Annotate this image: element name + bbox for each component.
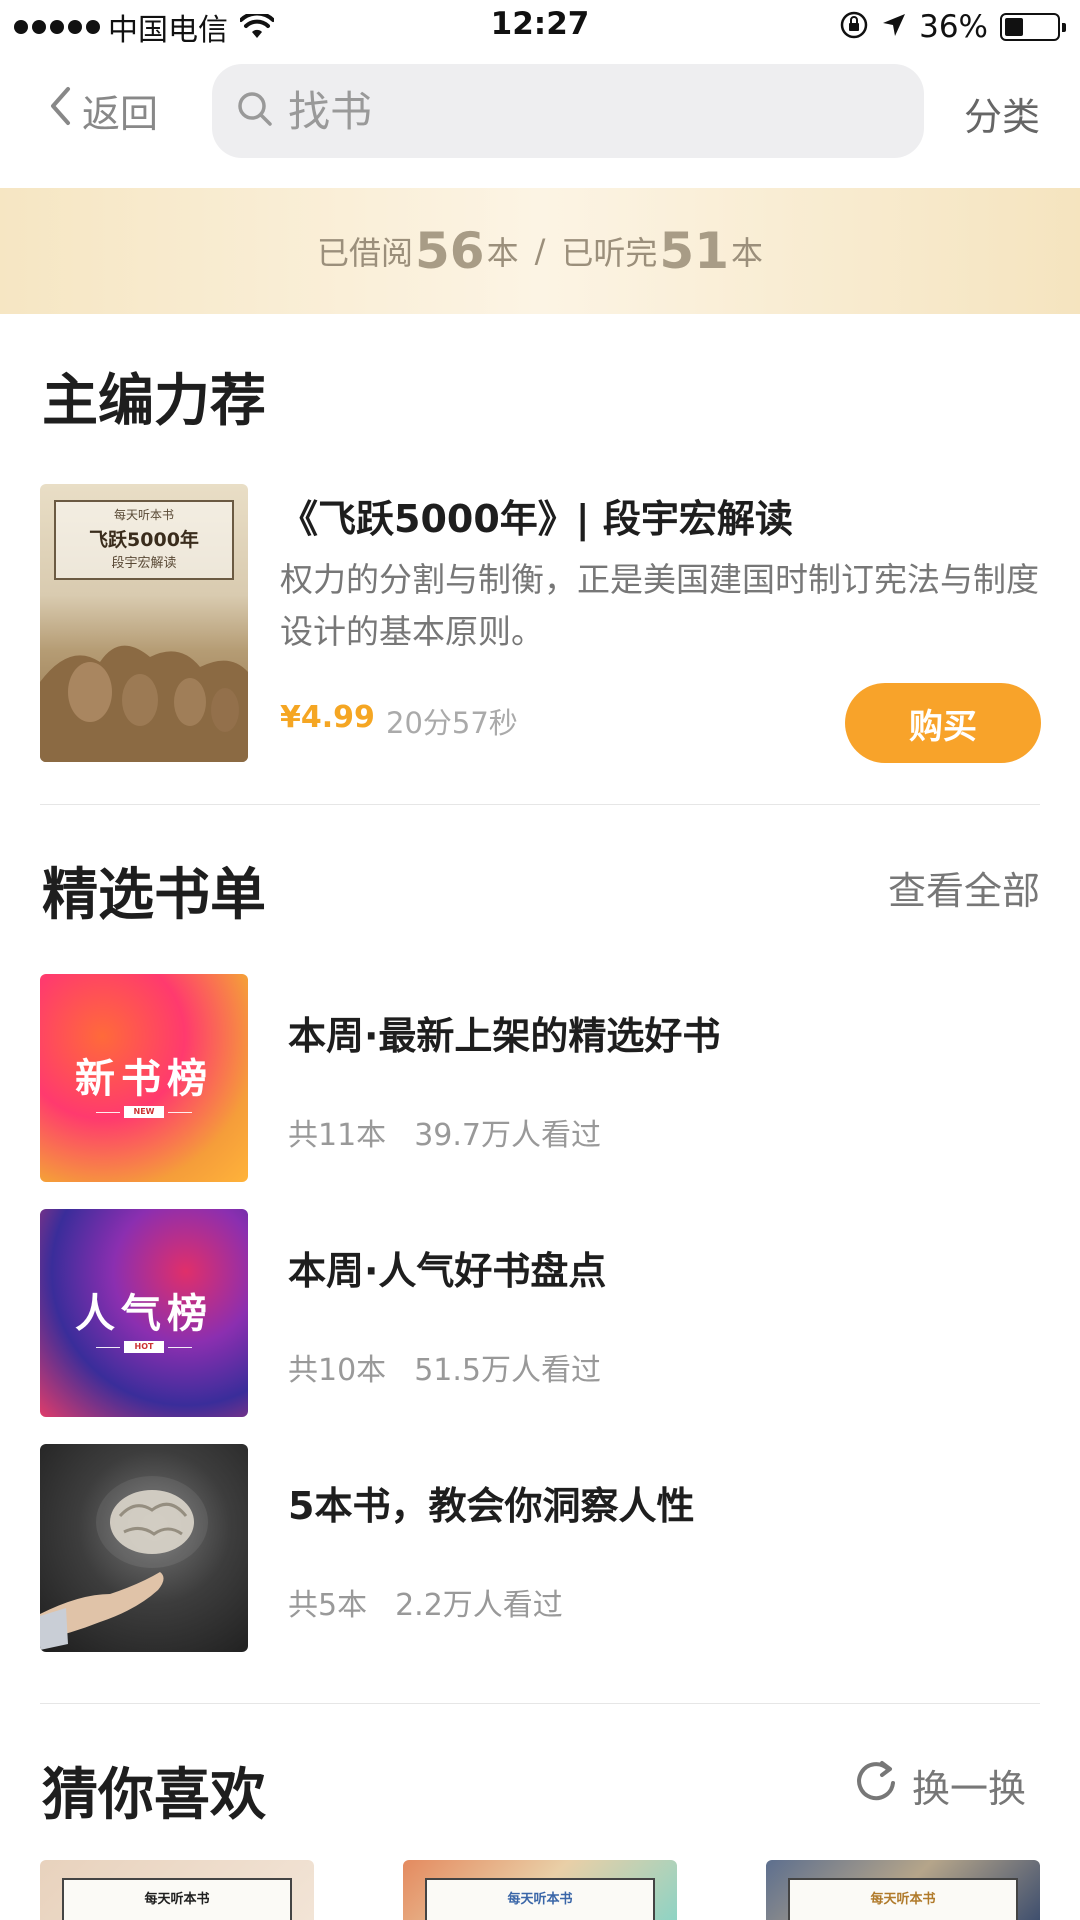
booklists-section-title: 精选书单 <box>42 863 266 928</box>
book-count: 共11本 <box>288 1118 387 1153</box>
finished-prefix: 已听完 <box>561 234 658 272</box>
battery-percent: 36% <box>919 9 988 45</box>
view-count: 39.7万人看过 <box>414 1118 601 1153</box>
cover-text: 新书榜 <box>75 1056 213 1102</box>
booklist-cover-brain[interactable] <box>40 1444 248 1652</box>
tag-line <box>168 1112 192 1113</box>
new-tag: NEW <box>124 1106 164 1118</box>
cover-subtitle: 段宇宏解读 <box>111 556 177 571</box>
search-icon <box>236 90 274 132</box>
booklist-meta: 共11本 39.7万人看过 <box>288 1110 601 1154</box>
status-right: 36% <box>839 8 1066 46</box>
finished-unit: 本 <box>731 234 764 272</box>
refresh-icon <box>854 1759 898 1812</box>
search-input[interactable] <box>288 86 848 136</box>
refresh-label: 换一换 <box>911 1767 1026 1811</box>
reading-stats-banner: 已借阅 56 本 / 已听完 51 本 <box>0 188 1080 314</box>
buy-button[interactable]: 购买 <box>845 683 1041 763</box>
cover-brand: 每天听本书 <box>113 508 174 522</box>
guess-book-cover[interactable]: 每天听本书 <box>40 1860 314 1920</box>
cover-title: 飞跃5000年 <box>89 529 199 551</box>
guess-section-title: 猜你喜欢 <box>42 1763 266 1828</box>
refresh-button[interactable]: 换一换 <box>854 1758 1026 1813</box>
booklist-cover-hot[interactable]: 人气榜 HOT <box>40 1209 248 1417</box>
booklist-meta: 共5本 2.2万人看过 <box>288 1580 563 1624</box>
mount-rushmore-illustration <box>40 645 248 762</box>
chevron-left-icon <box>48 86 72 135</box>
book-count: 共5本 <box>288 1588 368 1623</box>
view-count: 2.2万人看过 <box>395 1588 563 1623</box>
borrowed-prefix: 已借阅 <box>316 234 413 272</box>
booklist-meta: 共10本 51.5万人看过 <box>288 1345 601 1389</box>
finished-count: 51 <box>659 222 729 280</box>
featured-book-title[interactable]: 《飞跃5000年》| 段宇宏解读 <box>280 488 793 543</box>
borrowed-unit: 本 <box>486 234 519 272</box>
featured-section-title: 主编力荐 <box>42 369 266 434</box>
location-arrow-icon <box>881 12 907 42</box>
guess-cover-brand: 每天听本书 <box>788 1878 1018 1920</box>
category-link[interactable]: 分类 <box>964 86 1040 141</box>
featured-book-cover[interactable]: 每天听本书 飞跃5000年 段宇宏解读 <box>40 484 248 762</box>
section-divider <box>40 804 1040 805</box>
tag-line <box>168 1347 192 1348</box>
tag-line <box>96 1347 120 1348</box>
booklist-title[interactable]: 本周·最新上架的精选好书 <box>288 1005 720 1060</box>
cover-label: 每天听本书 飞跃5000年 段宇宏解读 <box>54 500 234 580</box>
book-count: 共10本 <box>288 1353 387 1388</box>
brain-hand-illustration <box>40 1476 208 1650</box>
booklist-title[interactable]: 本周·人气好书盘点 <box>288 1240 606 1295</box>
back-button[interactable]: 返回 <box>48 84 158 136</box>
view-all-label: 查看全部 <box>887 869 1040 913</box>
status-bar: 中国电信 12:27 36% <box>0 0 1080 54</box>
booklist-title[interactable]: 5本书，教会你洞察人性 <box>288 1475 694 1530</box>
featured-duration: 20分57秒 <box>386 706 518 740</box>
borrowed-count: 56 <box>415 222 485 280</box>
booklist-cover-new[interactable]: 新书榜 NEW <box>40 974 248 1182</box>
cover-text: 人气榜 <box>75 1291 213 1337</box>
stats-separator: / <box>534 232 546 270</box>
featured-book-description: 权力的分割与制衡，正是美国建国时制订宪法与制度设计的基本原则。 <box>280 560 1039 651</box>
guess-book-cover[interactable]: 每天听本书 <box>403 1860 677 1920</box>
guess-book-cover[interactable]: 每天听本书 <box>766 1860 1040 1920</box>
orientation-lock-icon <box>839 10 869 44</box>
view-all-link[interactable]: 查看全部 <box>888 860 1040 915</box>
guess-cover-brand: 每天听本书 <box>62 1878 292 1920</box>
tag-line <box>96 1112 120 1113</box>
search-bar[interactable] <box>212 64 924 158</box>
view-count: 51.5万人看过 <box>414 1353 601 1388</box>
back-label: 返回 <box>82 91 159 136</box>
guess-cover-brand: 每天听本书 <box>425 1878 655 1920</box>
battery-level <box>1005 18 1023 36</box>
navigation-bar: 返回 分类 <box>0 54 1080 184</box>
section-divider <box>40 1703 1040 1704</box>
battery-icon <box>1000 13 1066 41</box>
featured-price: ¥4.99 <box>280 700 375 735</box>
hot-tag: HOT <box>124 1341 164 1353</box>
